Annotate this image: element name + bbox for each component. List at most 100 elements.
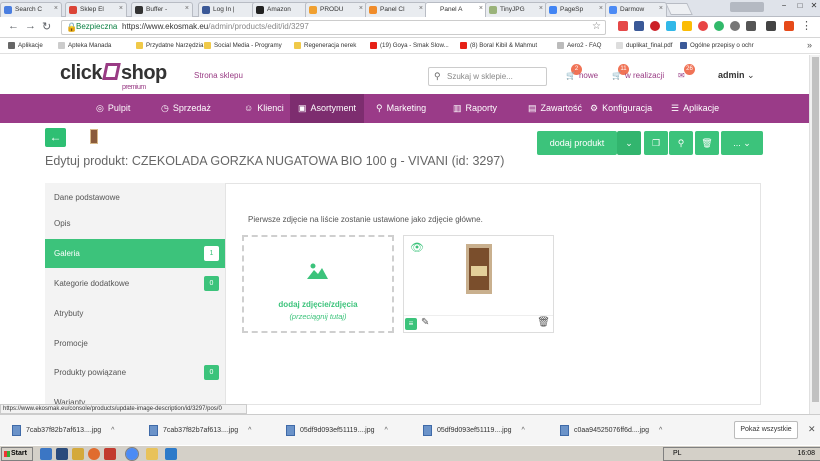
taskbar-app-icon[interactable] (88, 448, 100, 460)
preview-button[interactable]: ⚲ (669, 131, 693, 155)
product-image[interactable] (466, 244, 492, 294)
minimize-icon[interactable]: − (778, 1, 790, 10)
pencil-icon[interactable]: ✎ (421, 317, 429, 328)
taskbar-app-icon[interactable] (40, 448, 52, 460)
taskbar-app-icon[interactable] (146, 448, 158, 460)
nav-item-konfiguracja[interactable]: ⚙ Konfiguracja (582, 94, 658, 123)
browser-tab[interactable]: Sklep El × (65, 2, 127, 17)
taskbar-app-icon[interactable] (165, 448, 177, 460)
delete-button[interactable]: 🗑 (695, 131, 719, 155)
extension-icon[interactable] (666, 21, 676, 31)
close-icon[interactable]: ✕ (808, 424, 816, 435)
start-button[interactable]: Start (1, 447, 33, 461)
download-item[interactable]: 7cab37f82b7af613....jpg ^ (10, 420, 114, 441)
chrome-icon[interactable] (125, 447, 139, 461)
tab-close-icon[interactable]: × (599, 5, 603, 12)
back-arrow-icon[interactable]: ← (8, 20, 19, 32)
extension-icon[interactable] (698, 21, 708, 31)
storefront-link[interactable]: Strona sklepu (194, 71, 243, 80)
add-product-dropdown[interactable]: ⌄ (617, 131, 641, 155)
url-field[interactable]: 🔒 Bezpieczna https://www.ekosmak.eu/admi… (61, 20, 606, 35)
download-item[interactable]: 05df9d093ef51119....jpg ^ (421, 420, 525, 441)
taskbar-app-icon[interactable] (56, 448, 68, 460)
show-all-downloads-button[interactable]: Pokaż wszystkie (734, 421, 798, 439)
browser-tab[interactable]: PageSp × (545, 2, 607, 17)
bookmark-item[interactable]: Social Media - Programy (204, 42, 282, 49)
bookmark-item[interactable]: duplikat_final.pdf (616, 42, 672, 49)
browser-tab[interactable]: Panel A × (425, 2, 487, 17)
browser-tab[interactable]: Search C × (0, 2, 62, 17)
extension-icon[interactable] (634, 21, 644, 31)
chevron-up-icon[interactable]: ^ (111, 427, 114, 434)
maximize-icon[interactable]: □ (794, 1, 806, 10)
extension-icon[interactable] (714, 21, 724, 31)
tab-close-icon[interactable]: × (419, 5, 423, 12)
extension-icon[interactable] (682, 21, 692, 31)
extension-icon[interactable] (746, 21, 756, 31)
add-product-button[interactable]: dodaj produkt (537, 131, 617, 155)
search-input[interactable]: ⚲ Szukaj w sklepie... (428, 67, 547, 86)
tab-close-icon[interactable]: × (479, 5, 483, 12)
reload-icon[interactable]: ↻ (42, 20, 51, 33)
profile-badge[interactable] (730, 2, 764, 12)
bookmark-item[interactable]: Aplikacje (8, 42, 43, 49)
bookmark-item[interactable]: Regeneracja nerek (294, 42, 356, 49)
chevron-up-icon[interactable]: ^ (521, 427, 524, 434)
bookmark-star-icon[interactable]: ☆ (592, 21, 601, 32)
tab-close-icon[interactable]: × (659, 5, 663, 12)
bookmark-item[interactable]: Apteka Manada (58, 42, 111, 49)
bookmark-item[interactable]: (8) Boral Kibil & Mahmut (460, 42, 537, 49)
chevron-up-icon[interactable]: ^ (384, 427, 387, 434)
tab-close-icon[interactable]: × (539, 5, 543, 12)
user-menu[interactable]: admin ⌄ (718, 70, 755, 81)
chevron-up-icon[interactable]: ^ (248, 427, 251, 434)
browser-tab[interactable]: Log In |× (198, 2, 260, 17)
menu-icon[interactable]: ⋮ (801, 19, 812, 32)
language-indicator[interactable]: PL (673, 450, 682, 457)
nav-item-aplikacje[interactable]: ☰ Aplikacje (663, 94, 723, 123)
copy-button[interactable]: ❐ (644, 131, 668, 155)
sidebar-item[interactable]: Kategorie dodatkowe 0 (45, 269, 225, 298)
download-item[interactable]: c0aa94525076ff6d....jpg ^ (558, 420, 662, 441)
nav-item-klienci[interactable]: ☺ Klienci (236, 94, 286, 123)
browser-tab[interactable]: Buffer - × (131, 2, 193, 17)
messages-link[interactable]: ✉ (678, 71, 688, 80)
forward-arrow-icon[interactable]: → (25, 20, 36, 32)
bookmark-item[interactable]: (19) Goya - Smak Slow... (370, 42, 449, 49)
bookmark-item[interactable]: Ogólne przepisy o ochr (680, 42, 754, 49)
bookmark-item[interactable]: Aero2 - FAQ (557, 42, 601, 49)
layers-icon[interactable] (766, 21, 776, 31)
close-icon[interactable]: ✕ (808, 1, 820, 10)
nav-item-pulpit[interactable]: ◎ Pulpit (88, 94, 140, 123)
power-icon[interactable] (730, 21, 740, 31)
download-item[interactable]: 7cab37f82b7af613....jpg ^ (147, 420, 251, 441)
new-tab-button[interactable] (665, 3, 693, 15)
browser-tab[interactable]: TinyJPG × (485, 2, 547, 17)
extension-icon[interactable] (618, 21, 628, 31)
logo[interactable]: click shop premium (60, 62, 167, 91)
chevron-up-icon[interactable]: ^ (659, 427, 662, 434)
sidebar-item[interactable]: Promocje (45, 329, 225, 358)
sidebar-item[interactable]: Atrybuty (45, 299, 225, 328)
scroll-thumb[interactable] (812, 57, 819, 402)
extension-icon[interactable] (784, 21, 794, 31)
sidebar-item[interactable]: Produkty powiązane 0 (45, 358, 225, 387)
description-icon[interactable]: ≡ (405, 318, 417, 330)
nav-item-sprzedaż[interactable]: ◷ Sprzedaż (153, 94, 221, 123)
more-actions-button[interactable]: ... ⌄ (721, 131, 763, 155)
sidebar-item[interactable]: Opis (45, 209, 225, 238)
taskbar-app-icon[interactable] (72, 448, 84, 460)
page-scrollbar[interactable] (809, 55, 820, 414)
nav-item-zawartość[interactable]: ▤ Zawartość (520, 94, 582, 123)
tab-close-icon[interactable]: × (54, 5, 58, 12)
tab-close-icon[interactable]: × (185, 5, 189, 12)
image-dropzone[interactable]: dodaj zdjęcie/zdjęcia (przeciągnij tutaj… (242, 235, 394, 333)
eye-icon[interactable]: 👁 (410, 241, 424, 254)
browser-tab[interactable]: Panel Cl × (365, 2, 427, 17)
browser-tab[interactable]: PRODU × (305, 2, 367, 17)
sidebar-item[interactable]: Galeria 1 (45, 239, 225, 268)
nav-item-asortyment[interactable]: ▣ Asortyment (290, 94, 364, 123)
bookmark-item[interactable]: Przydatne Narzędzia (136, 42, 203, 49)
in-progress-link[interactable]: 🛒 w realizacji (612, 71, 664, 80)
browser-tab[interactable]: Darmow × (605, 2, 667, 17)
